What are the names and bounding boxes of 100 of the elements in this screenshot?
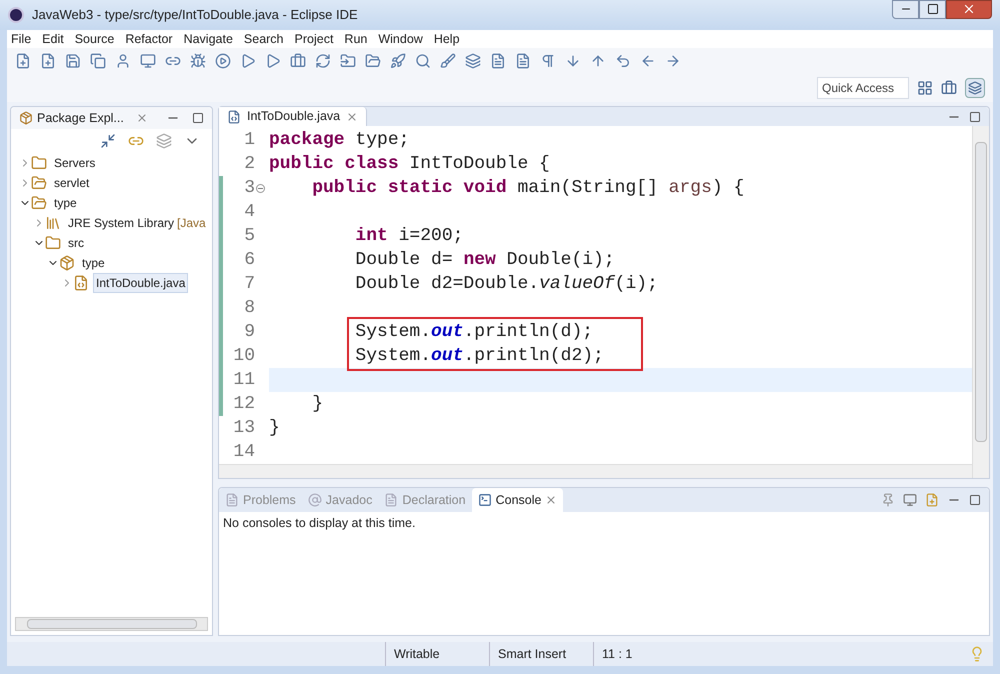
- code-line: }: [269, 418, 280, 438]
- folder-icon: [31, 155, 47, 171]
- view-icon: [478, 493, 492, 507]
- menu-item[interactable]: Run: [344, 30, 368, 48]
- bug-icon[interactable]: [190, 53, 206, 69]
- open-folder-icon[interactable]: [365, 53, 381, 69]
- close-icon[interactable]: [545, 494, 558, 506]
- line-number: 13: [233, 417, 255, 440]
- close-button[interactable]: [946, 0, 992, 18]
- tree-item[interactable]: type: [79, 253, 108, 273]
- code-line: }: [311, 394, 324, 414]
- library-icon: [45, 215, 61, 231]
- new-file-icon[interactable]: [15, 53, 31, 69]
- briefcase-icon[interactable]: [290, 53, 306, 69]
- tree-decoration: [Java: [177, 215, 206, 232]
- document-icon[interactable]: [515, 53, 531, 69]
- play-icon[interactable]: [265, 53, 281, 69]
- menu-item[interactable]: Window: [378, 30, 423, 48]
- project-icon: [31, 175, 47, 191]
- java-ee-perspective-icon[interactable]: [941, 80, 957, 96]
- tree-item[interactable]: servlet: [51, 173, 92, 193]
- document-icon[interactable]: [490, 53, 506, 69]
- menu-item[interactable]: File: [11, 30, 32, 48]
- brush-icon[interactable]: [440, 53, 456, 69]
- rocket-icon[interactable]: [390, 53, 406, 69]
- line-number: 11: [233, 369, 255, 392]
- save-all-icon[interactable]: [90, 53, 106, 69]
- display-console-icon[interactable]: [903, 493, 917, 507]
- new-console-icon[interactable]: [925, 493, 939, 507]
- save-icon[interactable]: [65, 53, 81, 69]
- line-number: 4: [244, 201, 255, 224]
- close-icon[interactable]: [136, 112, 148, 124]
- menu-item[interactable]: Source: [74, 30, 114, 48]
- line-number: 6: [244, 249, 255, 272]
- line-number: 14: [233, 441, 255, 464]
- fold-icon[interactable]: [256, 184, 265, 192]
- tree-item[interactable]: src: [65, 233, 87, 253]
- person-icon[interactable]: [115, 53, 131, 69]
- horizontal-scrollbar[interactable]: [15, 617, 208, 631]
- close-icon: [962, 2, 976, 16]
- line-number: 8: [244, 297, 255, 320]
- line-number: 5: [244, 225, 255, 248]
- arrow-up-icon[interactable]: [590, 53, 606, 69]
- quick-access-field[interactable]: Quick Access: [817, 77, 909, 99]
- horizontal-scrollbar[interactable]: [219, 464, 972, 478]
- project-icon: [31, 195, 47, 211]
- maximize-icon[interactable]: [969, 110, 981, 122]
- open-perspective-icon[interactable]: [917, 80, 933, 96]
- maximize-icon[interactable]: [969, 494, 981, 506]
- line-number: 7: [244, 273, 255, 296]
- code-line: System.out.println(d2);: [354, 346, 604, 366]
- status-field: 11 : 1: [593, 642, 689, 666]
- maximize-icon[interactable]: [192, 112, 204, 124]
- status-field: Smart Insert: [489, 642, 593, 666]
- menu-item[interactable]: Search: [244, 30, 284, 48]
- java-file-icon: [227, 110, 241, 124]
- code-line: Double d= new Double(i);: [354, 250, 615, 270]
- menu-item[interactable]: Refactor: [125, 30, 173, 48]
- pin-icon[interactable]: [881, 493, 895, 507]
- code-line: public class IntToDouble {: [269, 154, 550, 174]
- play-icon[interactable]: [240, 53, 256, 69]
- vertical-scrollbar[interactable]: [972, 126, 989, 478]
- back-arrow-icon[interactable]: [615, 53, 631, 69]
- refresh-icon[interactable]: [315, 53, 331, 69]
- tree-item[interactable]: IntToDouble.java: [93, 273, 188, 293]
- maximize-button[interactable]: [919, 0, 946, 18]
- code-line: package type;: [269, 130, 410, 150]
- layers-icon[interactable]: [465, 53, 481, 69]
- maximize-icon: [926, 3, 938, 15]
- new-item-icon[interactable]: [40, 53, 56, 69]
- menu-item[interactable]: Help: [434, 30, 460, 48]
- package-icon: [59, 255, 75, 271]
- folder-icon: [45, 235, 61, 251]
- code-line: public static void main(String[] args) {: [311, 178, 744, 198]
- line-number: 3: [244, 177, 255, 200]
- app-logo-icon: [8, 7, 24, 23]
- search-icon[interactable]: [415, 53, 431, 69]
- line-number: 12: [233, 393, 255, 416]
- line-number: 9: [244, 321, 255, 344]
- pilcrow-icon[interactable]: [540, 53, 556, 69]
- collapse-all-icon[interactable]: [100, 133, 116, 149]
- tree-item[interactable]: Servers: [51, 153, 98, 173]
- tree-item[interactable]: JRE System Library: [65, 213, 178, 233]
- menu-item[interactable]: Edit: [42, 30, 64, 48]
- close-icon[interactable]: [346, 110, 358, 122]
- folder-icon[interactable]: [340, 53, 356, 69]
- menu-item[interactable]: Project: [294, 30, 334, 48]
- monitor-icon[interactable]: [140, 53, 156, 69]
- tree-item[interactable]: type: [51, 193, 80, 213]
- view-icon: [225, 493, 239, 507]
- menu-item[interactable]: Navigate: [184, 30, 233, 48]
- console-message: No consoles to display at this time.: [222, 515, 416, 532]
- filter-icon[interactable]: [156, 133, 172, 149]
- run-icon[interactable]: [215, 53, 231, 69]
- line-number: 2: [244, 153, 255, 176]
- line-number: 1: [244, 129, 255, 152]
- package-explorer-icon: [19, 111, 33, 125]
- arrow-down-icon[interactable]: [565, 53, 581, 69]
- java-perspective-icon[interactable]: [965, 78, 985, 98]
- code-line: Double d2=Double.valueOf(i);: [354, 274, 658, 294]
